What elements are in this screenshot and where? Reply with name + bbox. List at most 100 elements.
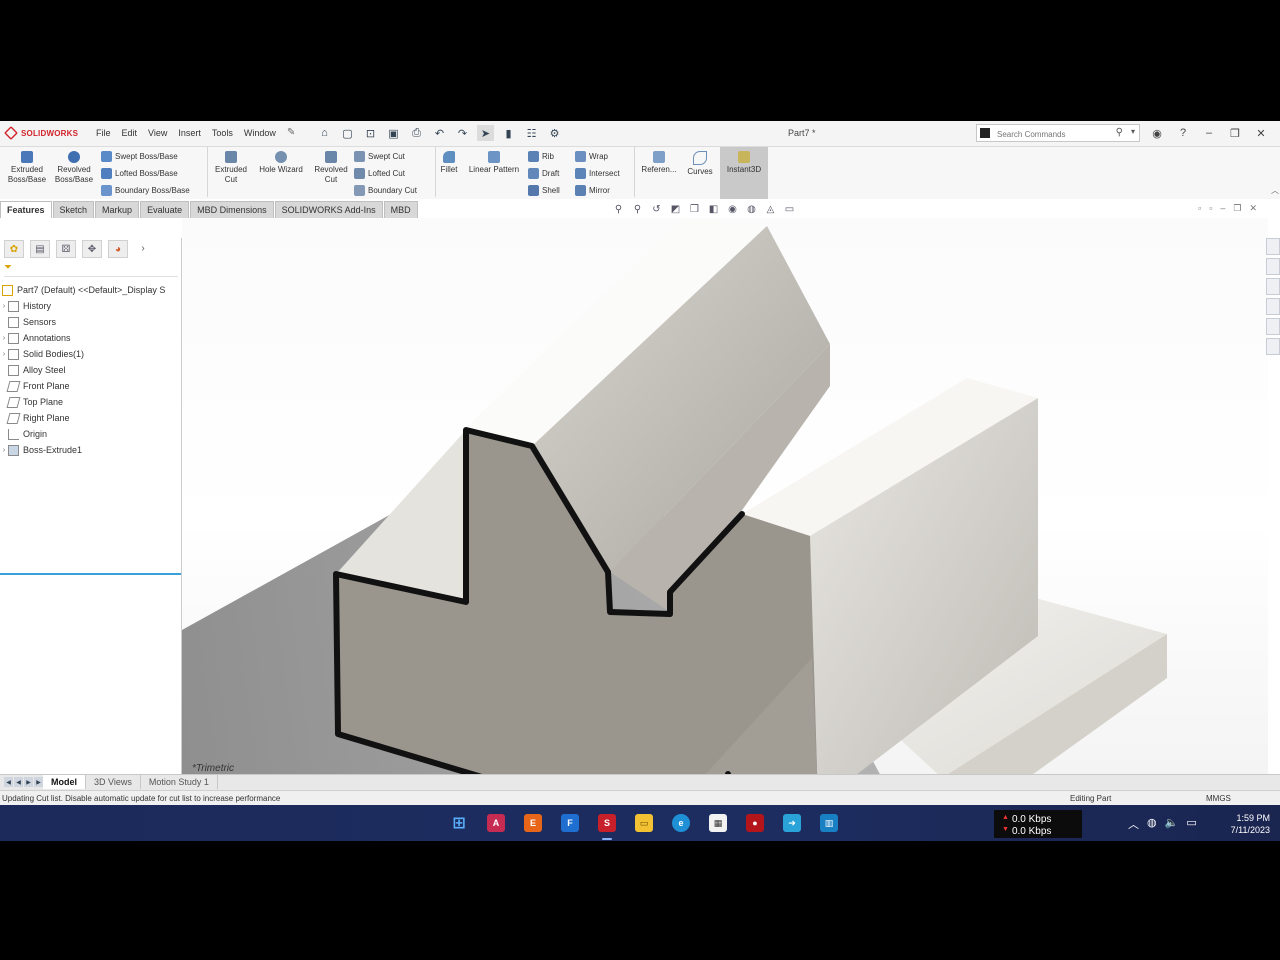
tree-item-annotations[interactable]: › Annotations bbox=[0, 330, 181, 346]
recorder-icon[interactable]: ● bbox=[746, 814, 764, 832]
solidworks-taskbar-icon[interactable]: S bbox=[598, 814, 616, 832]
tree-item-top-plane[interactable]: Top Plane bbox=[0, 394, 181, 410]
next-tab-icon[interactable]: ▶ bbox=[24, 777, 33, 787]
collapse-ribbon-icon[interactable]: ︿ bbox=[1271, 185, 1279, 196]
swept-boss-button[interactable]: Swept Boss/Base bbox=[101, 149, 178, 163]
rollback-bar[interactable] bbox=[0, 573, 181, 575]
linear-pattern-button[interactable]: Linear Pattern bbox=[464, 151, 524, 175]
print-icon[interactable]: ⎙ bbox=[408, 125, 425, 141]
undo-icon[interactable]: ↶ bbox=[431, 125, 448, 141]
rib-button[interactable]: Rib bbox=[528, 149, 554, 163]
intersect-button[interactable]: Intersect bbox=[575, 166, 620, 180]
filter-icon[interactable]: ⏷ bbox=[4, 262, 178, 277]
battery-icon[interactable]: ▭ bbox=[1186, 816, 1196, 832]
solidworks-logo[interactable]: SOLIDWORKS bbox=[4, 126, 78, 140]
curves-button[interactable]: Curves bbox=[684, 151, 716, 177]
search-commands[interactable]: ⚲ ▾ bbox=[976, 124, 1140, 142]
tree-item-material[interactable]: Alloy Steel bbox=[0, 362, 181, 378]
tree-item-solid-bodies[interactable]: › Solid Bodies(1) bbox=[0, 346, 181, 362]
display-manager-icon[interactable]: ◕ bbox=[108, 240, 128, 258]
configuration-manager-icon[interactable]: ⚄ bbox=[56, 240, 76, 258]
display-style-icon[interactable]: ◧ bbox=[707, 203, 720, 216]
menu-tools[interactable]: Tools bbox=[212, 128, 233, 138]
tab-evaluate[interactable]: Evaluate bbox=[140, 201, 190, 218]
select-arrow-icon[interactable]: ➤ bbox=[477, 125, 494, 141]
appearance-icon[interactable]: ◍ bbox=[745, 203, 758, 216]
tab-addins[interactable]: SOLIDWORKS Add-Ins bbox=[274, 201, 383, 218]
draft-button[interactable]: Draft bbox=[528, 166, 559, 180]
tab-mbd[interactable]: MBD bbox=[383, 201, 418, 218]
redo-icon[interactable]: ↷ bbox=[454, 125, 471, 141]
menu-insert[interactable]: Insert bbox=[178, 128, 201, 138]
edge-browser-icon[interactable]: e bbox=[672, 814, 690, 832]
menu-window[interactable]: Window bbox=[244, 128, 276, 138]
save-icon[interactable]: ▣ bbox=[385, 125, 402, 141]
lofted-cut-button[interactable]: Lofted Cut bbox=[354, 166, 405, 180]
search-input[interactable] bbox=[995, 126, 1117, 142]
tile-icon[interactable]: ▫ bbox=[1198, 203, 1201, 214]
doc-restore-icon[interactable]: ❐ bbox=[1233, 203, 1241, 214]
access-app-icon[interactable]: A bbox=[487, 814, 505, 832]
menu-edit[interactable]: Edit bbox=[122, 128, 138, 138]
reference-geometry-button[interactable]: Referen... bbox=[637, 151, 681, 175]
wrap-button[interactable]: Wrap bbox=[575, 149, 608, 163]
file-explorer-icon[interactable] bbox=[1266, 278, 1280, 295]
tree-item-right-plane[interactable]: Right Plane bbox=[0, 410, 181, 426]
tab-features[interactable]: Features bbox=[0, 201, 52, 218]
last-tab-icon[interactable]: ▶ bbox=[34, 777, 43, 787]
zoom-to-area-icon[interactable]: ⚲ bbox=[631, 203, 644, 216]
tree-root[interactable]: Part7 (Default) <<Default>_Display S bbox=[0, 282, 181, 298]
tree-item-origin[interactable]: Origin bbox=[0, 426, 181, 442]
show-hidden-icons-icon[interactable]: ︿ bbox=[1128, 816, 1139, 832]
custom-properties-icon[interactable] bbox=[1266, 338, 1280, 355]
mirror-button[interactable]: Mirror bbox=[575, 183, 610, 197]
tab-sketch[interactable]: Sketch bbox=[52, 201, 95, 218]
zoom-to-fit-icon[interactable]: ⚲ bbox=[612, 203, 625, 216]
new-document-icon[interactable]: ▢ bbox=[339, 125, 356, 141]
expand-tabs-icon[interactable]: › bbox=[134, 240, 152, 256]
user-icon[interactable]: ◉ bbox=[1150, 126, 1164, 140]
hole-wizard-button[interactable]: Hole Wizard bbox=[254, 151, 308, 175]
tab-mbd-dimensions[interactable]: MBD Dimensions bbox=[190, 201, 274, 218]
tab-3d-views[interactable]: 3D Views bbox=[86, 775, 141, 789]
open-folder-icon[interactable]: ⊡ bbox=[362, 125, 379, 141]
extruded-cut-button[interactable]: Extruded Cut bbox=[210, 151, 252, 185]
windows-start-icon[interactable]: ⊞ bbox=[450, 814, 468, 832]
dimxpert-icon[interactable]: ✥ bbox=[82, 240, 102, 258]
app-book-icon[interactable]: ▥ bbox=[820, 814, 838, 832]
chevron-down-icon[interactable]: ▾ bbox=[1131, 127, 1135, 136]
help-icon[interactable]: ? bbox=[1176, 126, 1190, 140]
hide-show-icon[interactable]: ◉ bbox=[726, 203, 739, 216]
view-palette-icon[interactable] bbox=[1266, 298, 1280, 315]
expand-icon[interactable]: › bbox=[0, 303, 8, 310]
boundary-cut-button[interactable]: Boundary Cut bbox=[354, 183, 417, 197]
expand-icon[interactable]: › bbox=[0, 335, 8, 342]
close-icon[interactable]: ✕ bbox=[1254, 126, 1268, 140]
previous-view-icon[interactable]: ↺ bbox=[650, 203, 663, 216]
doc-close-icon[interactable]: ✕ bbox=[1250, 203, 1258, 214]
rebuild-icon[interactable]: ▮ bbox=[500, 125, 517, 141]
file-properties-icon[interactable]: ☷ bbox=[523, 125, 540, 141]
tab-model[interactable]: Model bbox=[43, 775, 86, 789]
tab-motion-study[interactable]: Motion Study 1 bbox=[141, 775, 218, 789]
restore-icon[interactable]: ❐ bbox=[1228, 126, 1242, 140]
app-blue-icon[interactable]: F bbox=[561, 814, 579, 832]
menu-file[interactable]: File bbox=[96, 128, 111, 138]
store-icon[interactable]: ▦ bbox=[709, 814, 727, 832]
tree-item-history[interactable]: › History bbox=[0, 298, 181, 314]
scene-icon[interactable]: ◬ bbox=[764, 203, 777, 216]
feature-tree-icon[interactable]: ✿ bbox=[4, 240, 24, 258]
part-model[interactable] bbox=[182, 218, 1268, 774]
view-orientation-icon[interactable]: ❒ bbox=[688, 203, 701, 216]
units-selector[interactable]: MMGS bbox=[1206, 794, 1231, 803]
tree-item-front-plane[interactable]: Front Plane bbox=[0, 378, 181, 394]
boundary-boss-button[interactable]: Boundary Boss/Base bbox=[101, 183, 190, 197]
options-gear-icon[interactable]: ⚙ bbox=[546, 125, 563, 141]
app-teal-icon[interactable]: ➜ bbox=[783, 814, 801, 832]
instant3d-button[interactable]: Instant3D bbox=[720, 147, 768, 199]
menu-view[interactable]: View bbox=[148, 128, 167, 138]
section-view-icon[interactable]: ◩ bbox=[669, 203, 682, 216]
first-tab-icon[interactable]: ◀ bbox=[4, 777, 13, 787]
taskbar-clock[interactable]: 1:59 PM 7/11/2023 bbox=[1222, 812, 1270, 836]
shell-button[interactable]: Shell bbox=[528, 183, 560, 197]
